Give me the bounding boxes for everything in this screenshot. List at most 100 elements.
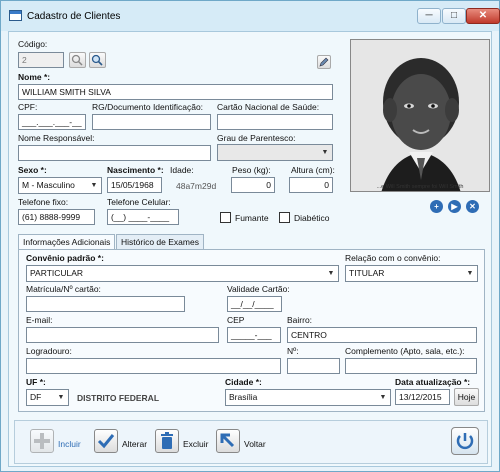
sexo-select[interactable]: M - Masculino ▼ [18,177,102,194]
photo-caption: ...e Will Smith sempre foi Will Smith [376,184,464,190]
tel-cel-field[interactable]: (__) ____-____ [107,209,179,225]
chevron-down-icon: ▼ [379,394,387,401]
plus-icon [30,429,54,453]
peso-label: Peso (kg): [232,165,271,175]
matricula-field[interactable] [26,296,185,312]
convenio-label: Convênio padrão *: [26,253,104,263]
search-icon[interactable] [89,52,106,68]
arrow-back-icon [216,429,240,453]
chevron-down-icon: ▼ [90,182,98,189]
relacao-select[interactable]: TITULAR ▼ [345,265,478,282]
photo-edit-icon[interactable] [317,55,331,69]
sexo-label: Sexo *: [18,165,47,175]
excluir-button[interactable]: Excluir [155,429,215,457]
cns-field[interactable] [217,114,333,130]
rg-field[interactable] [92,114,211,130]
voltar-button[interactable]: Voltar [216,429,276,457]
excluir-label: Excluir [183,439,209,449]
fumante-checkbox[interactable] [220,212,231,223]
cns-label: Cartão Nacional de Saúde: [217,102,320,112]
add-photo-icon[interactable]: + [430,200,443,213]
tel-fixo-label: Telefone fixo: [18,197,69,207]
data-atualizacao-field[interactable]: 13/12/2015 [395,389,450,405]
cpf-field[interactable]: ___.___.___-__ [18,114,86,130]
action-bar: Incluir Alterar Excluir Voltar [14,420,488,464]
cep-label: CEP [227,315,245,325]
trash-icon [155,429,179,453]
alterar-label: Alterar [122,439,148,449]
checkmark-icon [94,429,118,453]
email-label: E-mail: [26,315,53,325]
tel-cel-label: Telefone Celular: [107,197,171,207]
power-icon[interactable] [451,427,479,455]
codigo-label: Código: [18,39,48,49]
complemento-field[interactable] [345,358,477,374]
altura-label: Altura (cm): [291,165,335,175]
voltar-label: Voltar [244,439,266,449]
diabetico-checkbox[interactable] [279,212,290,223]
hoje-button[interactable]: Hoje [454,388,479,406]
app-icon [9,10,22,21]
title-bar: Cadastro de Clientes ─ □ ✕ [1,1,500,31]
lookup-icon[interactable] [69,52,86,68]
validade-field[interactable]: __/__/____ [227,296,282,312]
chevron-down-icon: ▼ [57,394,65,401]
tab-historico-exames[interactable]: Histórico de Exames [116,234,204,249]
rg-label: RG/Documento Identificação: [92,102,204,112]
codigo-field[interactable]: 2 [18,52,64,68]
parentesco-select[interactable]: ▼ [217,144,333,161]
tel-fixo-field[interactable]: (61) 8888-9999 [18,209,95,225]
matricula-label: Matrícula/Nº cartão: [26,284,101,294]
fumante-label: Fumante [235,213,269,223]
bairro-label: Bairro: [287,315,313,325]
minimize-button[interactable]: ─ [417,8,441,24]
convenio-select[interactable]: PARTICULAR ▼ [26,265,339,282]
diabetico-label: Diabético [294,213,330,223]
chevron-down-icon: ▼ [466,270,474,277]
main-window: Cadastro de Clientes ─ □ ✕ Código: 2 Nom… [0,0,500,472]
client-photo: ...e Will Smith sempre foi Will Smith [350,39,490,192]
nome-label: Nome *: [18,72,51,82]
tab-panel-informacoes: Convênio padrão *: PARTICULAR ▼ Relação … [18,249,485,412]
uf-value: DF [30,392,42,402]
nascimento-field[interactable]: 15/05/1968 [107,177,162,193]
data-atualizacao-label: Data atualização *: [395,377,471,387]
chevron-down-icon: ▼ [321,149,329,156]
form-area: Código: 2 Nome *: WILLIAM SMITH SILVA CP… [8,31,492,467]
parentesco-label: Grau de Parentesco: [217,133,296,143]
incluir-label: Incluir [58,439,81,449]
peso-field[interactable]: 0 [231,177,275,193]
idade-value: 48a7m29d [176,181,217,191]
chevron-down-icon: ▼ [327,270,335,277]
remove-photo-icon[interactable]: ✕ [466,200,479,213]
tab-informacoes-adicionais[interactable]: Informações Adicionais [18,234,115,250]
logradouro-label: Logradouro: [26,346,72,356]
play-photo-icon[interactable]: ▶ [448,200,461,213]
numero-label: Nº: [287,346,299,356]
logradouro-field[interactable] [26,358,281,374]
cep-field[interactable]: _____-___ [227,327,281,343]
cidade-value: Brasília [229,392,258,402]
cidade-label: Cidade *: [225,377,262,387]
nascimento-label: Nascimento *: [107,165,164,175]
complemento-label: Complemento (Apto, sala, etc.): [345,346,465,356]
cidade-select[interactable]: Brasília ▼ [225,389,391,406]
uf-label: UF *: [26,377,46,387]
relacao-label: Relação com o convênio: [345,253,441,263]
altura-field[interactable]: 0 [289,177,333,193]
bairro-field[interactable]: CENTRO [287,327,477,343]
numero-field[interactable] [287,358,340,374]
responsavel-label: Nome Responsável: [18,133,95,143]
portrait-image [351,40,489,191]
maximize-button[interactable]: □ [442,8,466,24]
close-button[interactable]: ✕ [466,8,500,24]
email-field[interactable] [26,327,219,343]
idade-label: Idade: [170,165,194,175]
nome-field[interactable]: WILLIAM SMITH SILVA [18,84,333,100]
incluir-button[interactable]: Incluir [30,429,90,457]
alterar-button[interactable]: Alterar [94,429,154,457]
responsavel-field[interactable] [18,145,211,161]
uf-select[interactable]: DF ▼ [26,389,69,406]
window-title: Cadastro de Clientes [27,11,121,22]
relacao-value: TITULAR [349,268,385,278]
